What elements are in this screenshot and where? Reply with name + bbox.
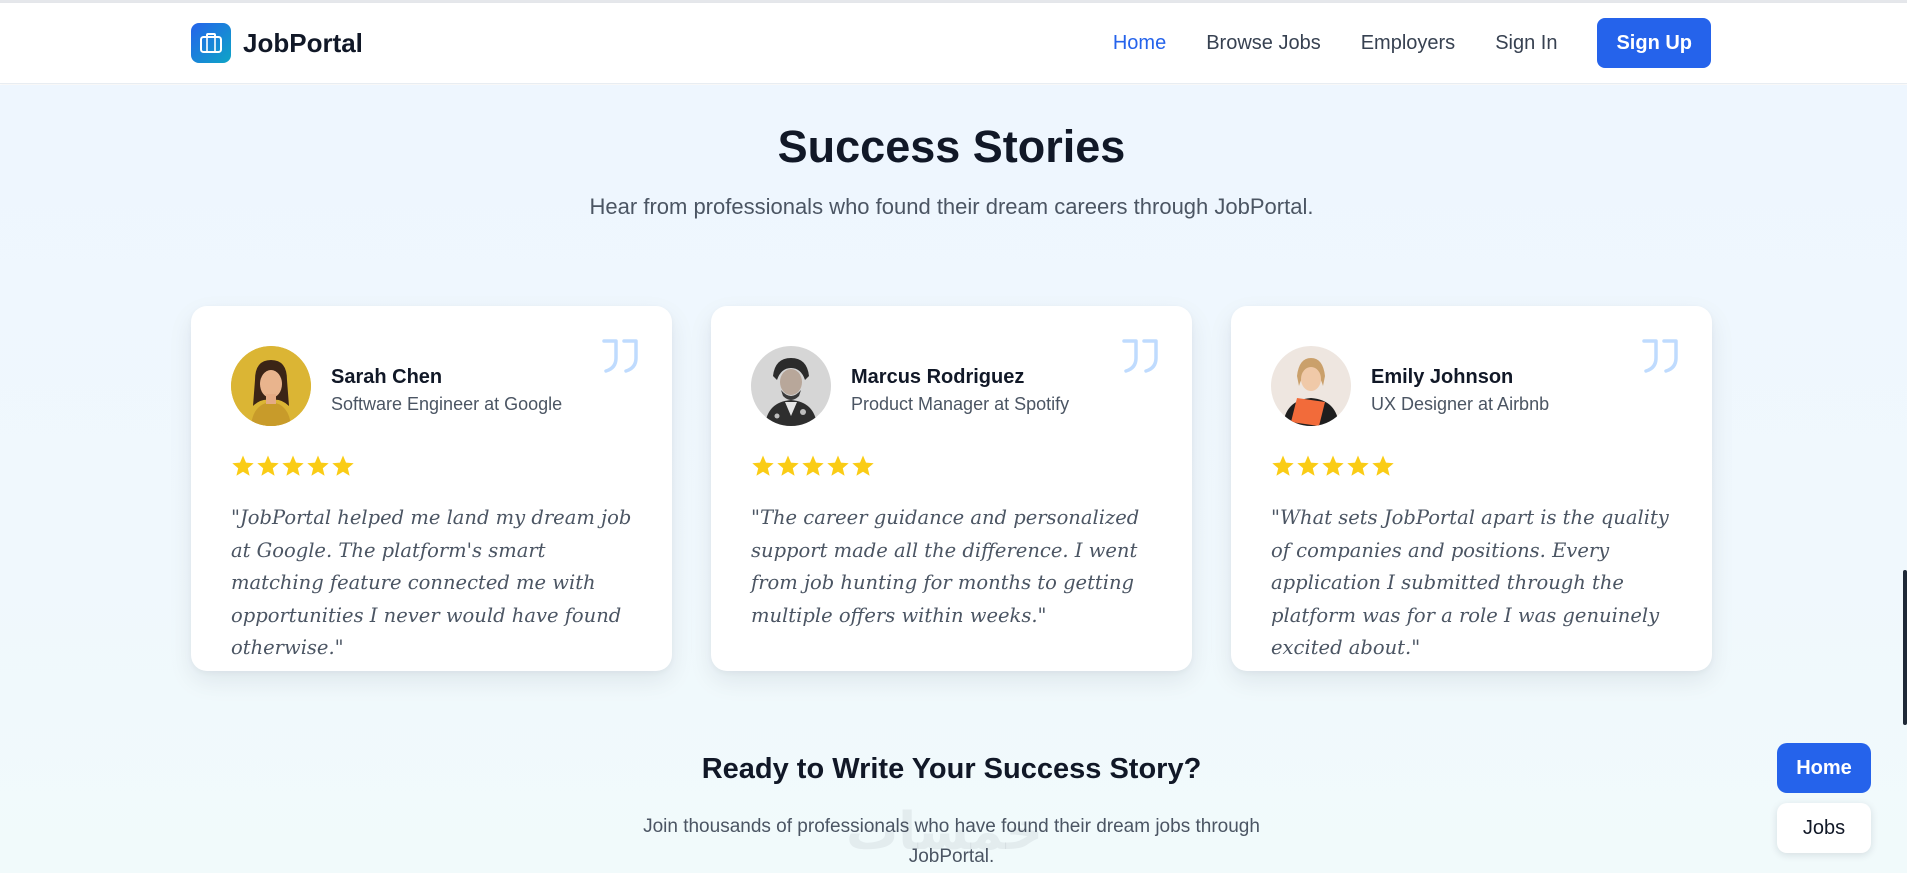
person-name: Emily Johnson: [1371, 366, 1514, 388]
star-icon: [852, 455, 874, 476]
briefcase-icon: [191, 23, 231, 63]
testimonial-card: Marcus Rodriguez Product Manager at Spot…: [711, 306, 1192, 671]
floating-jobs-button[interactable]: Jobs: [1777, 803, 1871, 853]
star-icon: [802, 455, 824, 476]
person-name: Marcus Rodriguez: [851, 366, 1025, 388]
star-icon: [282, 455, 304, 476]
avatar: [231, 346, 311, 426]
section-subtitle: Hear from professionals who found their …: [589, 194, 1314, 219]
star-icon: [1272, 455, 1294, 476]
brand-logo-link[interactable]: JobPortal: [191, 23, 363, 63]
testimonial-text: "JobPortal helped me land my dream job a…: [231, 506, 632, 659]
star-icon: [827, 455, 849, 476]
section-title: Success Stories: [777, 121, 1126, 172]
scrollbar-thumb[interactable]: [1903, 570, 1907, 725]
quote-icon: [602, 339, 638, 373]
testimonial-card: Emily Johnson UX Designer at Airbnb "Wha…: [1231, 306, 1712, 671]
star-icon: [1347, 455, 1369, 476]
star-icon: [332, 455, 354, 476]
avatar: [751, 346, 831, 426]
quote-icon: [1122, 339, 1158, 373]
star-rating: [1271, 454, 1395, 478]
nav-link-sign-in[interactable]: Sign In: [1495, 32, 1557, 55]
floating-home-button[interactable]: Home: [1777, 743, 1871, 793]
star-icon: [257, 455, 279, 476]
quote-icon: [1642, 339, 1678, 373]
nav-link-browse-jobs[interactable]: Browse Jobs: [1206, 32, 1321, 55]
testimonial-card: Sarah Chen Software Engineer at Google "…: [191, 306, 672, 671]
star-icon: [232, 455, 254, 476]
success-stories-section: Success Stories Hear from professionals …: [0, 85, 1907, 873]
testimonial-text: "What sets JobPortal apart is the qualit…: [1271, 506, 1669, 659]
cta-title: Ready to Write Your Success Story?: [701, 753, 1202, 785]
sign-up-button[interactable]: Sign Up: [1597, 18, 1711, 68]
avatar: [1271, 346, 1351, 426]
nav-link-home[interactable]: Home: [1113, 32, 1166, 55]
star-rating: [231, 454, 355, 478]
nav-links: Home Browse Jobs Employers Sign In Sign …: [1113, 18, 1711, 68]
navbar: JobPortal Home Browse Jobs Employers Sig…: [0, 3, 1907, 84]
nav-link-employers[interactable]: Employers: [1361, 32, 1455, 55]
star-icon: [1297, 455, 1319, 476]
person-role: UX Designer at Airbnb: [1371, 394, 1550, 414]
brand-name: JobPortal: [243, 27, 363, 58]
person-name: Sarah Chen: [331, 366, 443, 388]
star-icon: [752, 455, 774, 476]
person-role: Product Manager at Spotify: [851, 394, 1070, 414]
testimonial-text: "The career guidance and personalized su…: [751, 506, 1140, 627]
star-icon: [1322, 455, 1344, 476]
star-icon: [307, 455, 329, 476]
person-role: Software Engineer at Google: [331, 394, 563, 414]
star-icon: [777, 455, 799, 476]
star-icon: [1372, 455, 1394, 476]
cta-text: Join thousands of professionals who have…: [643, 816, 1260, 867]
star-rating: [751, 454, 875, 478]
